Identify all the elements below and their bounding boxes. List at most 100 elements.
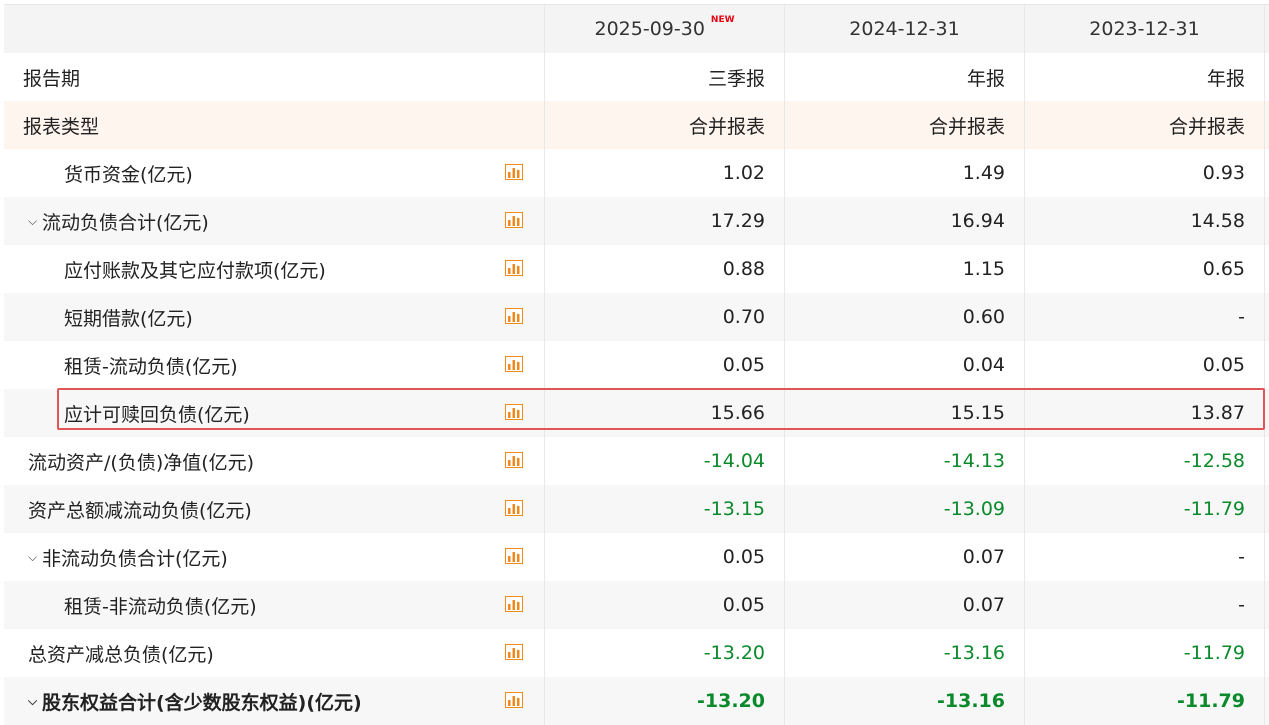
row-value: -13.16 [785, 677, 1025, 725]
period-header-label: 2023-12-31 [1089, 18, 1200, 40]
chevron-down-icon[interactable]: ⌵ [28, 694, 40, 709]
row-label: 租赁-流动负债(亿元) [4, 352, 238, 379]
table-row: 应计可赎回负债(亿元) 15.66 15.15 13.87 [4, 389, 1269, 437]
row-label-text: 货币资金(亿元) [64, 163, 193, 186]
row-value: 17.29 [545, 197, 785, 245]
row-value: -11.79 [1025, 485, 1265, 533]
row-label-text: 应计可赎回负债(亿元) [64, 403, 250, 426]
row-label-cell: 应计可赎回负债(亿元) [4, 389, 545, 437]
bar-chart-icon[interactable] [505, 500, 523, 516]
row-value: -13.16 [785, 629, 1025, 677]
row-value: 0.60 [785, 293, 1025, 341]
row-value: 1.02 [545, 149, 785, 197]
row-value: -14.04 [545, 437, 785, 485]
row-label-cell: 总资产减总负债(亿元) [4, 629, 545, 677]
table-row: 资产总额减流动负债(亿元) -13.15 -13.09 -11.79 [4, 485, 1269, 533]
row-value: - [1025, 293, 1265, 341]
row-label-text: 流动资产/(负债)净值(亿元) [28, 451, 255, 474]
bar-chart-icon[interactable] [505, 452, 523, 468]
row-label-text: 租赁-非流动负债(亿元) [64, 595, 257, 618]
row-value: 0.05 [545, 341, 785, 389]
bar-chart-icon[interactable] [505, 356, 523, 372]
row-value: -14.13 [785, 437, 1025, 485]
table-row[interactable]: ⌵ 流动负债合计(亿元) 17.29 16.94 14.58 [4, 197, 1269, 245]
table-row[interactable]: ⌵ 非流动负债合计(亿元) 0.05 0.07- [4, 533, 1269, 581]
row-value: 0.07 [785, 533, 1025, 581]
row-value: 0.07 [785, 581, 1025, 629]
row-value: -11.79 [1025, 677, 1265, 725]
period-header-1[interactable]: 2025-09-30 NEW [545, 5, 785, 53]
row-value: -12.58 [1025, 437, 1265, 485]
table-row: 货币资金(亿元) 1.02 1.49 0.93 [4, 149, 1269, 197]
report-period-row: 报告期 三季报 年报 年报 [4, 53, 1269, 101]
table-row: 总资产减总负债(亿元) -13.20 -13.16 -11.79 [4, 629, 1269, 677]
bar-chart-icon[interactable] [505, 548, 523, 564]
chevron-down-icon[interactable]: ⌵ [28, 214, 40, 229]
row-label: 应计可赎回负债(亿元) [4, 400, 250, 427]
row-value: 三季报 [545, 53, 785, 101]
table-row: 应付账款及其它应付款项(亿元) 0.88 1.15 0.65 [4, 245, 1269, 293]
row-label-cell: 租赁-非流动负债(亿元) [4, 581, 545, 629]
row-value: 15.15 [785, 389, 1025, 437]
table-row: 租赁-非流动负债(亿元) 0.05 0.07- [4, 581, 1269, 629]
row-value: 0.70 [545, 293, 785, 341]
row-label-cell: ⌵ 股东权益合计(含少数股东权益)(亿元) [4, 677, 545, 725]
row-label-cell: 资产总额减流动负债(亿元) [4, 485, 545, 533]
row-label[interactable]: ⌵ 非流动负债合计(亿元) [4, 544, 228, 571]
row-label[interactable]: ⌵ 流动负债合计(亿元) [4, 208, 209, 235]
row-label-cell: 应付账款及其它应付款项(亿元) [4, 245, 545, 293]
row-label: 报告期 [23, 67, 81, 90]
row-label-text: 非流动负债合计(亿元) [42, 547, 228, 570]
row-label-text: 资产总额减流动负债(亿元) [28, 499, 252, 522]
row-value: 0.05 [1025, 341, 1265, 389]
row-value: 年报 [1025, 53, 1265, 101]
row-value: 合并报表 [785, 101, 1025, 149]
row-value: 16.94 [785, 197, 1025, 245]
bar-chart-icon[interactable] [505, 308, 523, 324]
report-type-row: 报表类型 合并报表 合并报表 合并报表 [4, 101, 1269, 149]
table-header-row: 2025-09-30 NEW 2024-12-31 2023-12-31 [4, 4, 1269, 53]
row-label[interactable]: ⌵ 股东权益合计(含少数股东权益)(亿元) [4, 688, 362, 715]
balance-sheet-table: 2025-09-30 NEW 2024-12-31 2023-12-31 报告期… [4, 4, 1269, 725]
row-label-text: 流动负债合计(亿元) [42, 211, 209, 234]
bar-chart-icon[interactable] [505, 164, 523, 180]
row-value: 0.65 [1025, 245, 1265, 293]
period-header-label: 2025-09-30 [594, 18, 705, 40]
row-label-text: 总资产减总负债(亿元) [28, 643, 214, 666]
table-row[interactable]: ⌵ 股东权益合计(含少数股东权益)(亿元) -13.20 -13.16 -11.79 [4, 677, 1269, 725]
row-value: -13.20 [545, 629, 785, 677]
row-value: 14.58 [1025, 197, 1265, 245]
row-value: 0.05 [545, 533, 785, 581]
bar-chart-icon[interactable] [505, 212, 523, 228]
row-value: 0.88 [545, 245, 785, 293]
row-value: 年报 [785, 53, 1025, 101]
table-row: 短期借款(亿元) 0.70 0.60- [4, 293, 1269, 341]
bar-chart-icon[interactable] [505, 692, 523, 708]
row-label-cell: ⌵ 非流动负债合计(亿元) [4, 533, 545, 581]
row-value: 13.87 [1025, 389, 1265, 437]
row-value: -13.15 [545, 485, 785, 533]
row-label-cell: ⌵ 流动负债合计(亿元) [4, 197, 545, 245]
row-label-text: 租赁-流动负债(亿元) [64, 355, 238, 378]
row-label-cell: 流动资产/(负债)净值(亿元) [4, 437, 545, 485]
row-label: 总资产减总负债(亿元) [4, 640, 214, 667]
row-label-cell: 租赁-流动负债(亿元) [4, 341, 545, 389]
row-label-cell: 短期借款(亿元) [4, 293, 545, 341]
bar-chart-icon[interactable] [505, 596, 523, 612]
period-header-3[interactable]: 2023-12-31 [1025, 5, 1265, 53]
row-value: -13.20 [545, 677, 785, 725]
bar-chart-icon[interactable] [505, 404, 523, 420]
row-label-text: 短期借款(亿元) [64, 307, 193, 330]
new-badge: NEW [710, 15, 735, 25]
row-label: 租赁-非流动负债(亿元) [4, 592, 257, 619]
header-blank-cell [4, 5, 545, 53]
row-value: -13.09 [785, 485, 1025, 533]
row-label: 报表类型 [23, 115, 100, 138]
bar-chart-icon[interactable] [505, 644, 523, 660]
chevron-down-icon[interactable]: ⌵ [28, 550, 40, 565]
row-value: - [1025, 533, 1265, 581]
bar-chart-icon[interactable] [505, 260, 523, 276]
row-label: 流动资产/(负债)净值(亿元) [4, 448, 254, 475]
row-label: 短期借款(亿元) [4, 304, 193, 331]
period-header-2[interactable]: 2024-12-31 [785, 5, 1025, 53]
